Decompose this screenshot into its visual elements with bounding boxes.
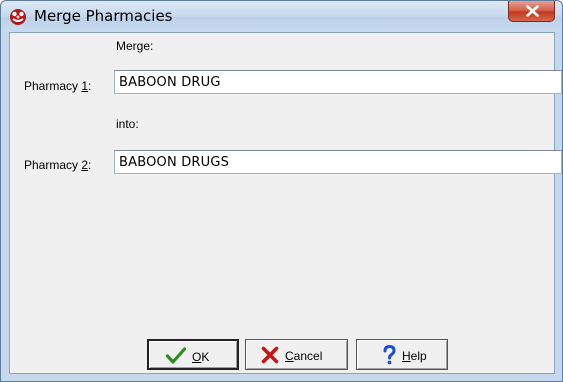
x-cancel-icon [261, 346, 279, 367]
close-icon [526, 5, 539, 17]
help-label: Help [402, 349, 427, 363]
merge-pharmacies-dialog: Merge Pharmacies Merge: Pharmacy 1: BABO… [0, 0, 563, 382]
window-title: Merge Pharmacies [34, 7, 173, 25]
merge-label: Merge: [116, 39, 154, 53]
cancel-label: Cancel [285, 349, 323, 363]
ok-label: OK [192, 350, 210, 364]
question-mark-icon [382, 344, 397, 368]
pharmacy-2-field[interactable]: BABOON DRUGS [114, 150, 562, 174]
ok-button[interactable]: OK [147, 339, 239, 370]
title-bar[interactable]: Merge Pharmacies [1, 1, 562, 32]
pharmacy-1-label: Pharmacy 1: [24, 79, 92, 93]
pharmacy-logo-icon [9, 8, 27, 26]
help-button[interactable]: Help [356, 339, 448, 370]
checkmark-icon [165, 347, 187, 367]
close-button[interactable] [508, 1, 555, 22]
into-label: into: [116, 117, 139, 131]
cancel-button[interactable]: Cancel [245, 339, 348, 370]
dialog-body: Merge: Pharmacy 1: BABOON DRUG into: Pha… [9, 32, 562, 374]
pharmacy-1-field[interactable]: BABOON DRUG [114, 70, 562, 94]
pharmacy-2-label: Pharmacy 2: [24, 158, 92, 172]
